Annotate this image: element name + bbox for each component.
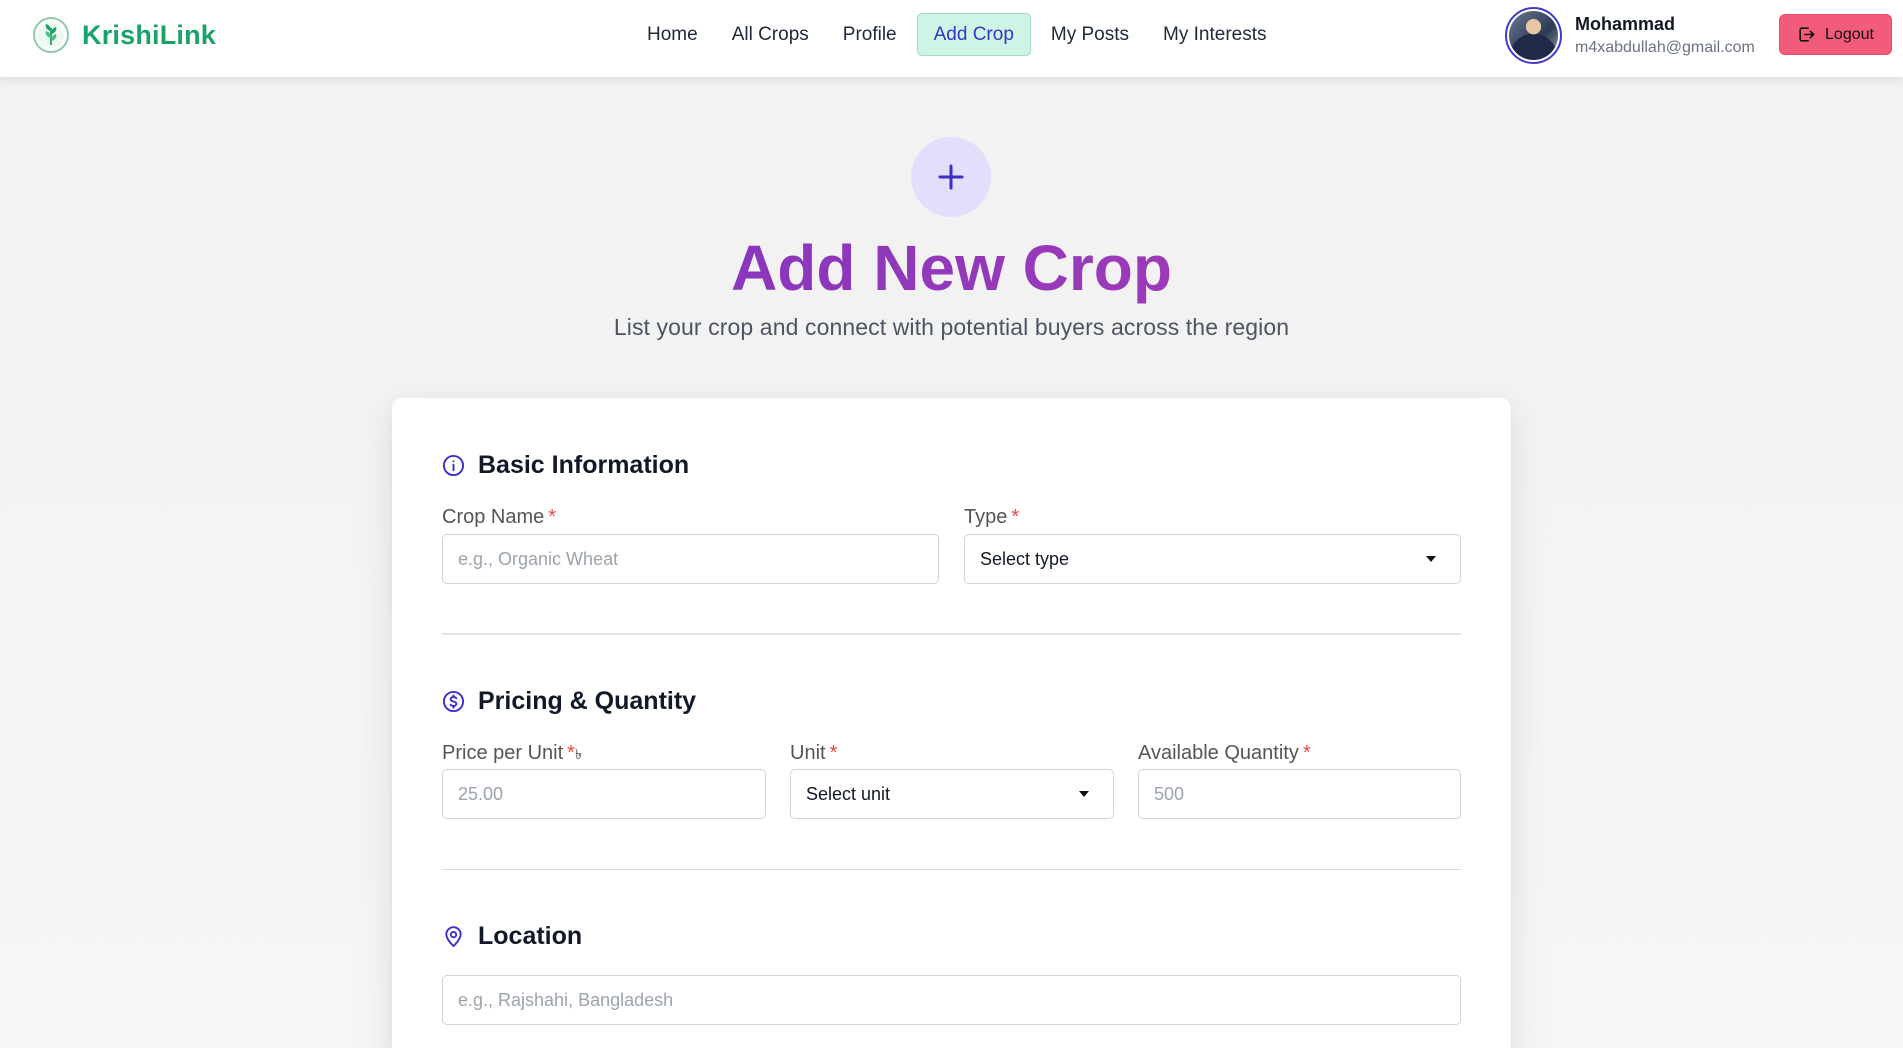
price-label-text: Price per Unit: [442, 742, 564, 764]
required-mark: *: [829, 742, 838, 764]
unit-label-text: Unit: [790, 742, 826, 764]
nav-profile[interactable]: Profile: [826, 13, 914, 56]
logout-label: Logout: [1825, 25, 1874, 43]
leaf-logo-icon: [33, 17, 69, 53]
info-circle-icon: [442, 454, 465, 477]
chevron-down-icon: [1426, 556, 1436, 562]
user-details: Mohammad m4xabdullah@gmail.com: [1575, 14, 1755, 57]
crop-name-label-text: Crop Name: [442, 506, 545, 528]
logout-icon: [1799, 27, 1815, 42]
section-pricing-quantity: Pricing & Quantity: [442, 687, 696, 716]
section-basic-information: Basic Information: [442, 451, 689, 480]
user-name: Mohammad: [1575, 14, 1676, 34]
currency-symbol: ৳: [574, 746, 582, 762]
navbar: KrishiLink Home All Crops Profile Add Cr…: [0, 0, 1903, 77]
price-input[interactable]: [442, 769, 766, 819]
unit-select[interactable]: Select unit: [790, 769, 1114, 819]
price-label: Price per Unit *৳: [442, 742, 582, 767]
dollar-circle-icon: [442, 690, 465, 713]
type-select[interactable]: Select type: [964, 534, 1461, 584]
main-nav: Home All Crops Profile Add Crop My Posts…: [630, 13, 1284, 56]
type-select-value: Select type: [980, 548, 1070, 569]
avatar[interactable]: [1505, 7, 1562, 64]
nav-my-posts[interactable]: My Posts: [1034, 13, 1146, 56]
section-basic-title: Basic Information: [478, 451, 690, 479]
section-divider: [442, 633, 1461, 635]
unit-label: Unit *: [790, 742, 837, 765]
nav-home[interactable]: Home: [630, 13, 715, 56]
nav-my-interests[interactable]: My Interests: [1146, 13, 1283, 56]
avatar-image: [1509, 11, 1558, 60]
add-crop-badge: [911, 137, 991, 217]
logout-button[interactable]: Logout: [1779, 14, 1892, 55]
user-email: m4xabdullah@gmail.com: [1575, 39, 1755, 56]
brand[interactable]: KrishiLink: [32, 16, 216, 54]
quantity-label-text: Available Quantity: [1138, 742, 1299, 764]
user-info: Mohammad m4xabdullah@gmail.com: [1505, 7, 1755, 64]
plus-icon: [938, 164, 964, 190]
add-crop-form: Basic Information Crop Name* Type* Selec…: [392, 398, 1511, 1048]
section-location: Location: [442, 922, 582, 951]
crop-name-input[interactable]: [442, 534, 939, 584]
map-pin-icon: [445, 926, 462, 948]
required-mark: *: [1302, 742, 1311, 764]
required-mark: *: [548, 506, 557, 528]
crop-name-label: Crop Name *: [442, 506, 556, 529]
type-label-text: Type: [964, 506, 1008, 528]
section-pricing-title: Pricing & Quantity: [478, 687, 697, 715]
section-location-title: Location: [478, 922, 583, 950]
type-label: Type *: [964, 506, 1019, 529]
quantity-label: Available Quantity *: [1138, 742, 1311, 765]
page-title: Add New Crop: [0, 228, 1903, 308]
section-divider: [442, 869, 1461, 870]
quantity-input[interactable]: [1138, 769, 1461, 819]
chevron-down-icon: [1079, 791, 1089, 797]
location-input[interactable]: [442, 975, 1461, 1025]
nav-add-crop[interactable]: Add Crop: [916, 13, 1031, 56]
nav-all-crops[interactable]: All Crops: [715, 13, 826, 56]
required-mark: *: [1011, 506, 1020, 528]
required-mark: *: [567, 742, 575, 764]
unit-select-value: Select unit: [806, 783, 891, 804]
page-subtitle: List your crop and connect with potentia…: [613, 314, 1290, 340]
brand-name: KrishiLink: [82, 19, 217, 50]
